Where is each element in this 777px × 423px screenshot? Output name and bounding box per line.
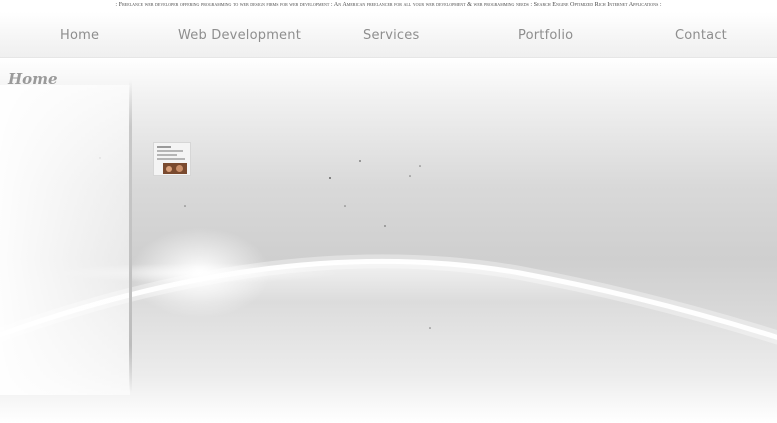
page-title: Home: [8, 70, 58, 88]
nav-services-link[interactable]: Services: [363, 28, 419, 43]
site-tagline: : Freelance web developer offering progr…: [115, 1, 662, 8]
nav-portfolio-link[interactable]: Portfolio: [518, 28, 573, 43]
main-nav: Home Web Development Services Portfolio …: [0, 12, 777, 58]
left-sidebar: [0, 85, 130, 395]
nav-home-link[interactable]: Home: [60, 28, 99, 43]
nav-contact-link[interactable]: Contact: [675, 28, 727, 43]
sidebar-divider: [129, 80, 132, 392]
nav-web-development-link[interactable]: Web Development: [178, 28, 301, 43]
portfolio-thumbnail-image[interactable]: [153, 142, 191, 176]
